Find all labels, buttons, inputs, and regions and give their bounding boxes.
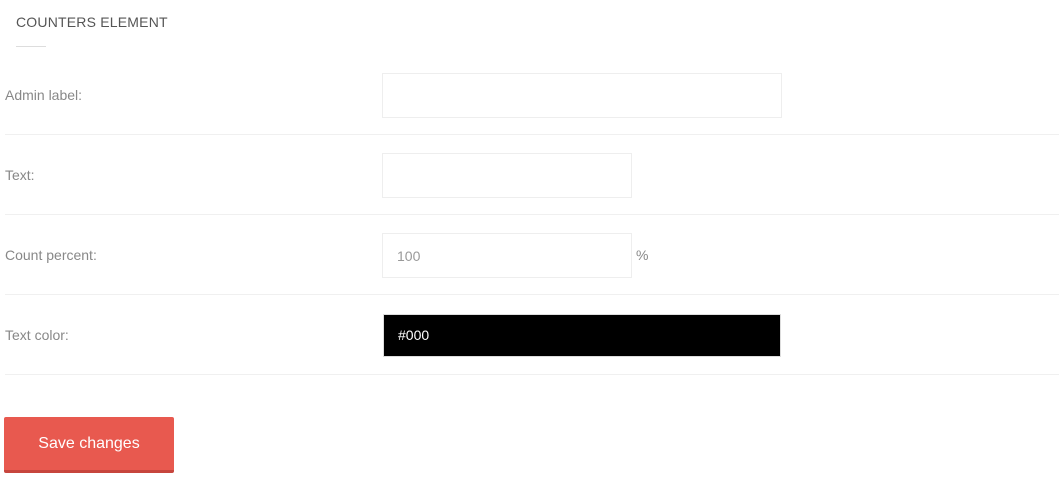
- text-label: Text:: [5, 166, 35, 183]
- text-color-label: Text color:: [5, 326, 69, 343]
- text-color-picker[interactable]: #000: [383, 314, 781, 357]
- panel-title: COUNTERS ELEMENT: [16, 14, 168, 30]
- text-input[interactable]: [382, 153, 632, 198]
- text-row: Text:: [5, 135, 1059, 215]
- count-percent-row: Count percent: %: [5, 215, 1059, 295]
- count-percent-input[interactable]: [382, 233, 632, 278]
- title-underline: [16, 46, 46, 47]
- text-color-row: Text color: #000: [5, 295, 1059, 375]
- admin-label-row: Admin label:: [5, 55, 1059, 135]
- percent-unit: %: [636, 246, 649, 263]
- count-percent-label: Count percent:: [5, 246, 97, 263]
- admin-label-input[interactable]: [382, 73, 782, 118]
- save-changes-button[interactable]: Save changes: [4, 417, 174, 473]
- admin-label-label: Admin label:: [5, 86, 83, 103]
